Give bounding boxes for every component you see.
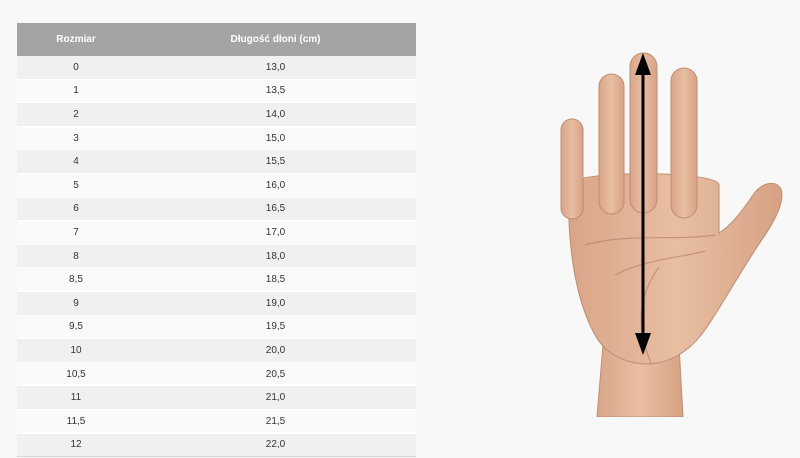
table-header-row: Rozmiar Długość dłoni (cm) bbox=[17, 23, 416, 56]
cell-size: 2 bbox=[17, 102, 135, 127]
cell-size: 7 bbox=[17, 220, 135, 245]
cell-size: 0 bbox=[17, 56, 135, 80]
cell-hand-length: 18,0 bbox=[135, 244, 416, 269]
table-row: 4 15,5 bbox=[17, 149, 416, 174]
cell-size: 10 bbox=[17, 338, 135, 363]
table-row: 5 16,0 bbox=[17, 173, 416, 198]
cell-hand-length: 13,5 bbox=[135, 79, 416, 104]
table-row: 8 18,0 bbox=[17, 244, 416, 269]
header-hand-length: Długość dłoni (cm) bbox=[135, 23, 416, 56]
table-row: 9 19,0 bbox=[17, 291, 416, 316]
cell-hand-length: 22,0 bbox=[135, 433, 416, 458]
table-row: 8,5 18,5 bbox=[17, 267, 416, 292]
table-row: 9,5 19,5 bbox=[17, 315, 416, 340]
cell-hand-length: 15,5 bbox=[135, 149, 416, 174]
cell-hand-length: 20,5 bbox=[135, 362, 416, 387]
cell-hand-length: 14,0 bbox=[135, 102, 416, 127]
cell-hand-length: 19,5 bbox=[135, 315, 416, 340]
table-row: 12 22,0 bbox=[17, 433, 416, 458]
hand-palm bbox=[560, 52, 783, 417]
cell-size: 8 bbox=[17, 244, 135, 269]
cell-size: 5 bbox=[17, 173, 135, 198]
cell-hand-length: 15,0 bbox=[135, 126, 416, 151]
cell-hand-length: 20,0 bbox=[135, 338, 416, 363]
cell-hand-length: 17,0 bbox=[135, 220, 416, 245]
cell-size: 11 bbox=[17, 385, 135, 410]
table-row: 0 13,0 bbox=[17, 56, 416, 80]
table-row: 1 13,5 bbox=[17, 79, 416, 104]
cell-size: 4 bbox=[17, 149, 135, 174]
table-row: 11,5 21,5 bbox=[17, 409, 416, 434]
header-size: Rozmiar bbox=[17, 23, 135, 56]
table-row: 3 15,0 bbox=[17, 126, 416, 151]
cell-size: 12 bbox=[17, 433, 135, 458]
cell-size: 8,5 bbox=[17, 267, 135, 292]
table-row: 6 16,5 bbox=[17, 197, 416, 222]
cell-size: 1 bbox=[17, 79, 135, 104]
hand-measurement-illustration bbox=[560, 52, 783, 417]
table-row: 2 14,0 bbox=[17, 102, 416, 127]
cell-size: 3 bbox=[17, 126, 135, 151]
cell-size: 9,5 bbox=[17, 315, 135, 340]
cell-size: 9 bbox=[17, 291, 135, 316]
table-row: 10,5 20,5 bbox=[17, 362, 416, 387]
cell-hand-length: 13,0 bbox=[135, 56, 416, 80]
table-row: 10 20,0 bbox=[17, 338, 416, 363]
cell-size: 11,5 bbox=[17, 409, 135, 434]
table-body: 0 13,0 1 13,5 2 14,0 3 15,0 4 15,5 5 16,0 6 16,5 7 17,0… bbox=[17, 56, 416, 458]
cell-hand-length: 16,0 bbox=[135, 173, 416, 198]
cell-hand-length: 21,0 bbox=[135, 385, 416, 410]
table-row: 11 21,0 bbox=[17, 385, 416, 410]
table-row: 7 17,0 bbox=[17, 220, 416, 245]
cell-hand-length: 21,5 bbox=[135, 409, 416, 434]
cell-size: 6 bbox=[17, 197, 135, 222]
cell-hand-length: 18,5 bbox=[135, 267, 416, 292]
cell-hand-length: 19,0 bbox=[135, 291, 416, 316]
cell-hand-length: 16,5 bbox=[135, 197, 416, 222]
cell-size: 10,5 bbox=[17, 362, 135, 387]
size-chart-table: Rozmiar Długość dłoni (cm) 0 13,0 1 13,5 2 14… bbox=[17, 23, 416, 458]
